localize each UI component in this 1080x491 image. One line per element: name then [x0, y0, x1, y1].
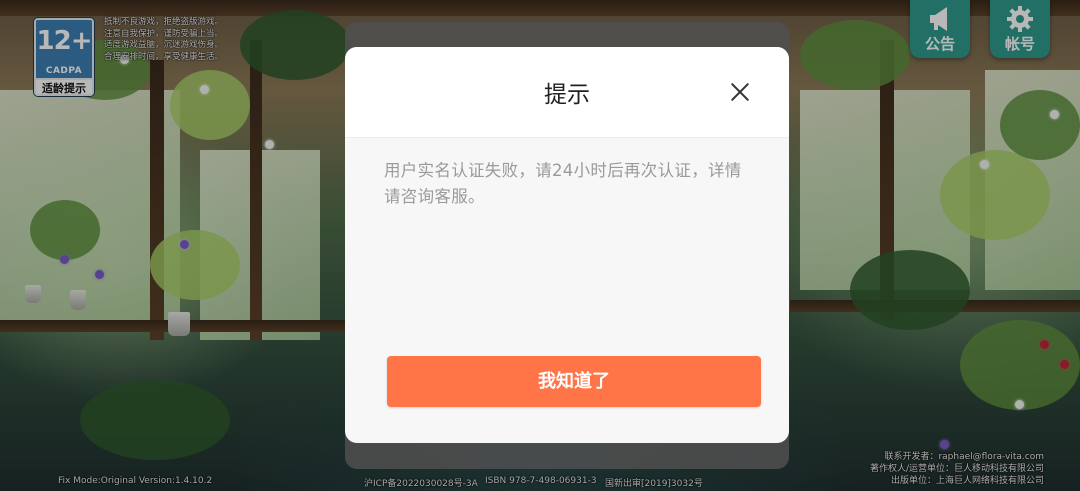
dialog-header: 提示 — [345, 47, 789, 138]
notice-dialog: 提示 用户实名认证失败，请24小时后再次认证，详情请咨询客服。 我知道了 — [345, 47, 789, 443]
confirm-button[interactable]: 我知道了 — [387, 356, 761, 407]
close-icon[interactable] — [727, 79, 753, 105]
dialog-message: 用户实名认证失败，请24小时后再次认证，详情请咨询客服。 — [384, 161, 742, 206]
dialog-title: 提示 — [544, 82, 590, 108]
